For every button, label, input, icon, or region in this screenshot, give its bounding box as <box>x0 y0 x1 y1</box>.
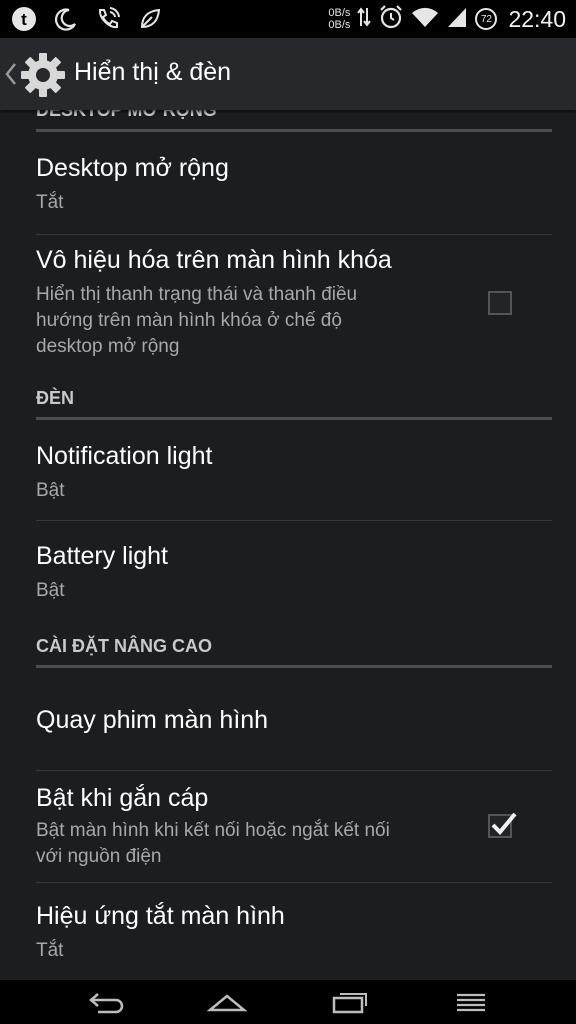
pref-summary-line: Bật màn hình khi kết nối hoặc ngắt kết n… <box>36 820 390 841</box>
phone-call-icon <box>94 5 122 33</box>
navigation-bar <box>0 980 576 1024</box>
data-transfer-icon <box>357 6 372 33</box>
pref-title: Vô hiệu hóa trên màn hình khóa <box>36 246 392 274</box>
home-icon[interactable] <box>206 988 248 1016</box>
network-speed: 0B/s 0B/s <box>328 7 350 31</box>
svg-text:t: t <box>21 10 27 29</box>
pref-screen-record[interactable]: Quay phim màn hình <box>36 668 552 771</box>
leaf-icon <box>136 5 164 33</box>
signal-icon <box>446 5 468 34</box>
tumblr-icon: t <box>10 5 38 33</box>
recents-icon[interactable] <box>330 988 370 1016</box>
section-header-label: DESKTOP MỞ RỘNG <box>36 110 217 120</box>
pref-disable-on-lockscreen[interactable]: Vô hiệu hóa trên màn hình khóa Hiển thị … <box>36 234 552 386</box>
pref-summary: Bật <box>36 480 65 501</box>
page-title: Hiển thị & đèn <box>74 58 232 86</box>
section-header-label: ĐÈN <box>36 388 75 408</box>
checkmark-icon <box>491 812 517 835</box>
pref-title: Bật khi gắn cáp <box>36 784 209 812</box>
section-header-advanced: CÀI ĐẶT NÂNG CAO <box>36 632 552 668</box>
pref-title: Hiệu ứng tắt màn hình <box>36 902 285 930</box>
section-header-label: CÀI ĐẶT NÂNG CAO <box>36 636 212 656</box>
moon-icon <box>52 5 80 33</box>
net-down-speed: 0B/s <box>328 19 351 31</box>
wifi-icon <box>411 5 439 34</box>
pref-title: Quay phim màn hình <box>36 706 269 734</box>
pref-extended-desktop[interactable]: Desktop mở rộng Tắt <box>36 134 552 235</box>
chevron-left-icon[interactable] <box>4 60 18 88</box>
pref-title: Notification light <box>36 442 213 470</box>
pref-screen-off-animation[interactable]: Hiệu ứng tắt màn hình Tắt <box>36 882 552 980</box>
action-bar: Hiển thị & đèn <box>0 38 576 110</box>
pref-summary: Tắt <box>36 940 64 961</box>
pref-summary-line: desktop mở rộng <box>36 336 180 357</box>
section-header-lights: ĐÈN <box>36 384 552 420</box>
wake-on-plug-checkbox[interactable] <box>488 812 517 838</box>
clock: 22:40 <box>508 5 566 32</box>
pref-title: Desktop mở rộng <box>36 154 229 182</box>
pref-summary: Tắt <box>36 192 64 213</box>
net-up-speed: 0B/s <box>328 7 351 19</box>
alarm-icon <box>378 4 404 35</box>
settings-gear-icon[interactable] <box>20 52 66 98</box>
pref-battery-light[interactable]: Battery light Bật <box>36 520 552 620</box>
battery-level-icon: 72 <box>475 8 498 30</box>
menu-icon[interactable] <box>451 988 491 1016</box>
pref-summary-line: với nguồn điện <box>36 846 162 867</box>
pref-wake-on-plug[interactable]: Bật khi gắn cáp Bật màn hình khi kết nối… <box>36 770 552 883</box>
pref-summary: Bật <box>36 580 65 601</box>
section-header-extended-desktop: DESKTOP MỞ RỘNG <box>36 110 552 132</box>
status-bar: t 0B/s 0B/s 72 22:40 <box>0 0 576 38</box>
back-icon[interactable] <box>86 988 126 1016</box>
pref-summary-line: Hiển thị thanh trạng thái và thanh điều <box>36 284 358 305</box>
pref-summary-line: hướng trên màn hình khóa ở chế độ <box>36 310 342 331</box>
pref-title: Battery light <box>36 542 169 570</box>
lockscreen-checkbox[interactable] <box>488 291 512 315</box>
settings-list: DESKTOP MỞ RỘNG Desktop mở rộng Tắt Vô h… <box>0 110 576 980</box>
pref-notification-light[interactable]: Notification light Bật <box>36 420 552 521</box>
